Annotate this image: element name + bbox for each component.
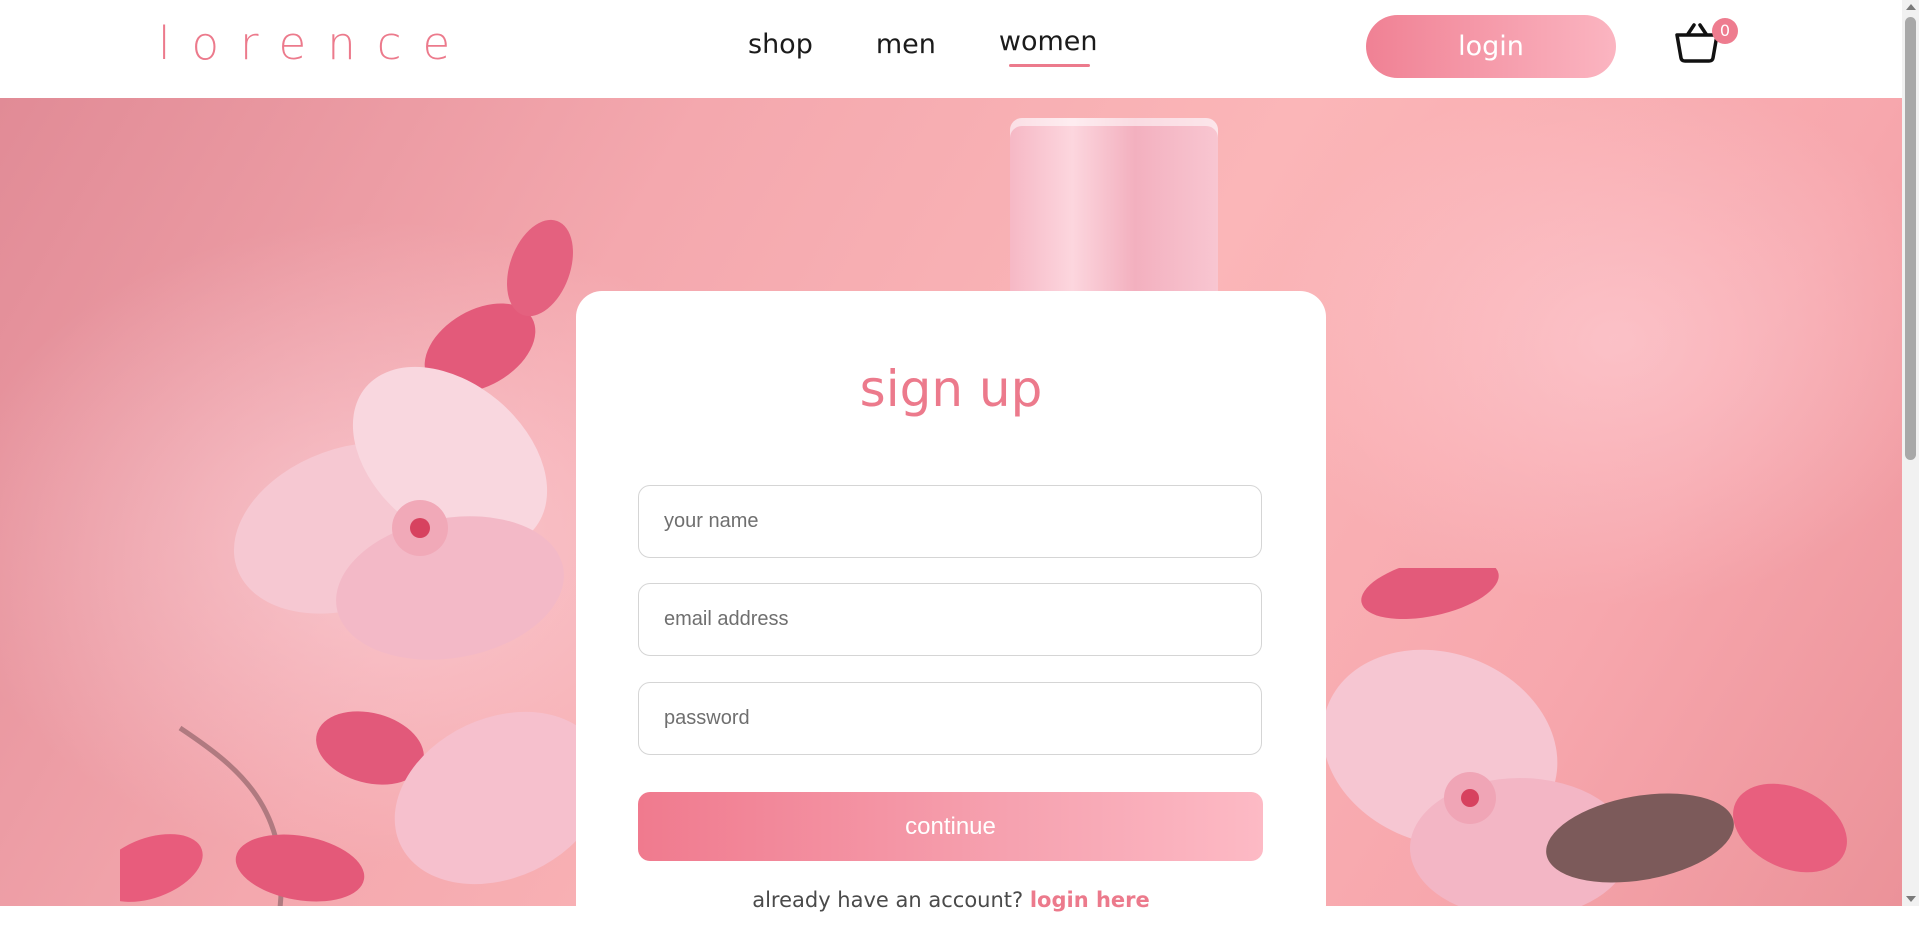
flower-decoration-right — [1322, 568, 1847, 906]
scroll-down-arrow-icon[interactable] — [1906, 896, 1916, 902]
flower-decoration-left — [120, 219, 600, 906]
page-scrollbar[interactable] — [1902, 0, 1919, 906]
continue-button[interactable]: continue — [638, 792, 1263, 861]
login-prompt: already have an account? login here — [576, 885, 1326, 915]
nav-item-women[interactable]: women — [999, 23, 1098, 67]
scroll-up-arrow-icon[interactable] — [1906, 4, 1916, 10]
login-here-link[interactable]: login here — [1030, 888, 1150, 912]
cart-count-badge: 0 — [1712, 18, 1738, 44]
top-navbar: lorence shop men women login 0 — [0, 0, 1902, 98]
password-input[interactable] — [638, 682, 1262, 755]
name-input[interactable] — [638, 485, 1262, 558]
cart-button[interactable]: 0 — [1674, 18, 1738, 68]
already-account-text: already have an account? — [752, 888, 1024, 912]
signup-title: sign up — [859, 360, 1043, 418]
nav-item-men[interactable]: men — [876, 26, 936, 64]
email-input[interactable] — [638, 583, 1262, 656]
login-button[interactable]: login — [1366, 15, 1616, 78]
main-nav: shop men women — [748, 23, 1098, 67]
scroll-thumb[interactable] — [1905, 17, 1916, 460]
signup-card: sign up continue already have an account… — [576, 291, 1326, 931]
brand-logo[interactable]: lorence — [158, 16, 471, 72]
nav-item-shop[interactable]: shop — [748, 26, 813, 64]
